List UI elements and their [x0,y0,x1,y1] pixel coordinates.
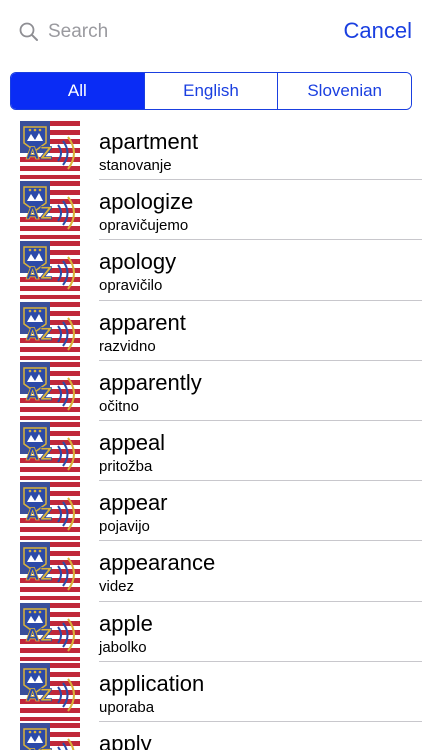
slovenia-usa-flag-icon: A Z [20,542,80,601]
entry-word: apology [99,249,177,275]
list-item[interactable]: A Z apologize opravičujemo [0,180,422,241]
entry-word: apple [99,610,153,636]
svg-text:Z: Z [40,385,52,405]
slovenia-usa-flag-icon: A Z [20,361,80,420]
svg-text:A: A [26,445,40,465]
entry-texts: apartment stanovanje [99,120,422,181]
svg-text:A: A [26,626,40,646]
svg-text:A: A [26,505,40,525]
svg-text:Z: Z [40,325,52,345]
list-item[interactable]: A Z apple jabolko [0,602,422,662]
list-item[interactable]: A Z apology opravičilo [0,240,422,301]
entry-texts: apologize opravičujemo [99,180,422,241]
entry-texts: appeal pritožba [99,421,422,482]
entry-word: apparent [99,309,186,335]
svg-text:Z: Z [40,204,52,224]
svg-text:Z: Z [40,746,52,750]
cancel-button[interactable]: Cancel [344,18,412,44]
entry-translation: jabolko [99,638,147,656]
list-item[interactable]: A Z appearance videz [0,541,422,602]
slovenia-usa-flag-icon: A Z [20,722,80,750]
slovenia-usa-flag-icon: A Z [20,241,80,300]
entry-texts: apparently očitno [99,361,422,421]
magnifier-icon [19,22,38,41]
list-item[interactable]: A Z appear pojavijo [0,481,422,542]
entry-word: apartment [99,129,199,154]
svg-text:A: A [26,746,40,750]
entry-word: appear [99,490,168,516]
entry-texts: apply [99,722,422,750]
svg-text:A: A [26,686,40,706]
svg-text:Z: Z [40,626,52,646]
svg-text:A: A [26,385,40,405]
list-item[interactable]: A Z application uporaba [0,662,422,722]
tab-all[interactable]: All [11,73,145,109]
svg-text:A: A [26,144,40,164]
slovenia-usa-flag-icon: A Z [20,301,80,360]
svg-text:A: A [26,204,40,224]
svg-text:Z: Z [40,445,52,465]
svg-text:A: A [26,264,40,284]
svg-text:A: A [26,325,40,345]
svg-text:Z: Z [40,144,52,164]
entry-translation: pritožba [99,457,153,475]
svg-text:Z: Z [40,565,52,585]
entry-texts: apparent razvidno [99,301,422,361]
entry-word: application [99,670,205,696]
entry-translation: pojavijo [99,518,150,536]
slovenia-usa-flag-icon: A Z [20,662,80,721]
entry-translation: opravičujemo [99,217,189,235]
list-item[interactable]: A Z apartment stanovanje [0,120,422,181]
entry-texts: appearance videz [99,541,422,602]
svg-text:Z: Z [40,505,52,525]
entry-word: appearance [99,550,216,576]
entry-translation: razvidno [99,337,156,355]
search-bar: Cancel [0,0,422,64]
language-filter: All English Slovenian [10,72,412,110]
slovenia-usa-flag-icon: A Z [20,602,80,661]
dictionary-screen: Cancel All English Slovenian [0,0,422,750]
slovenia-usa-flag-icon: A Z [20,421,80,480]
search-input[interactable] [48,21,288,43]
entry-word: appeal [99,429,166,455]
svg-text:Z: Z [40,264,52,284]
entry-texts: apple jabolko [99,602,422,662]
svg-text:A: A [26,565,40,585]
entry-texts: appear pojavijo [99,481,422,542]
slovenia-usa-flag-icon: A Z [20,482,80,541]
list-item[interactable]: A Z apply [0,722,422,750]
entry-word: apply [99,730,152,750]
list-item[interactable]: A Z apparently očitno [0,361,422,421]
word-list: A Z apartment stanovanje A Z apologize o… [0,120,422,750]
entry-translation: uporaba [99,698,155,716]
entry-translation: očitno [99,397,140,415]
entry-texts: apology opravičilo [99,240,422,301]
entry-translation: videz [99,578,135,596]
tab-slovenian[interactable]: Slovenian [278,73,411,109]
list-item[interactable]: A Z apparent razvidno [0,301,422,361]
tab-english[interactable]: English [144,73,279,109]
slovenia-usa-flag-icon: A Z [20,181,80,240]
slovenia-usa-flag-icon: A Z [20,121,80,179]
entry-word: apparently [99,369,202,395]
search-field[interactable] [14,14,324,50]
entry-translation: opravičilo [99,277,163,295]
entry-translation: stanovanje [99,157,172,174]
list-item[interactable]: A Z appeal pritožba [0,421,422,482]
entry-word: apologize [99,189,194,215]
svg-text:Z: Z [40,686,52,706]
entry-texts: application uporaba [99,662,422,722]
